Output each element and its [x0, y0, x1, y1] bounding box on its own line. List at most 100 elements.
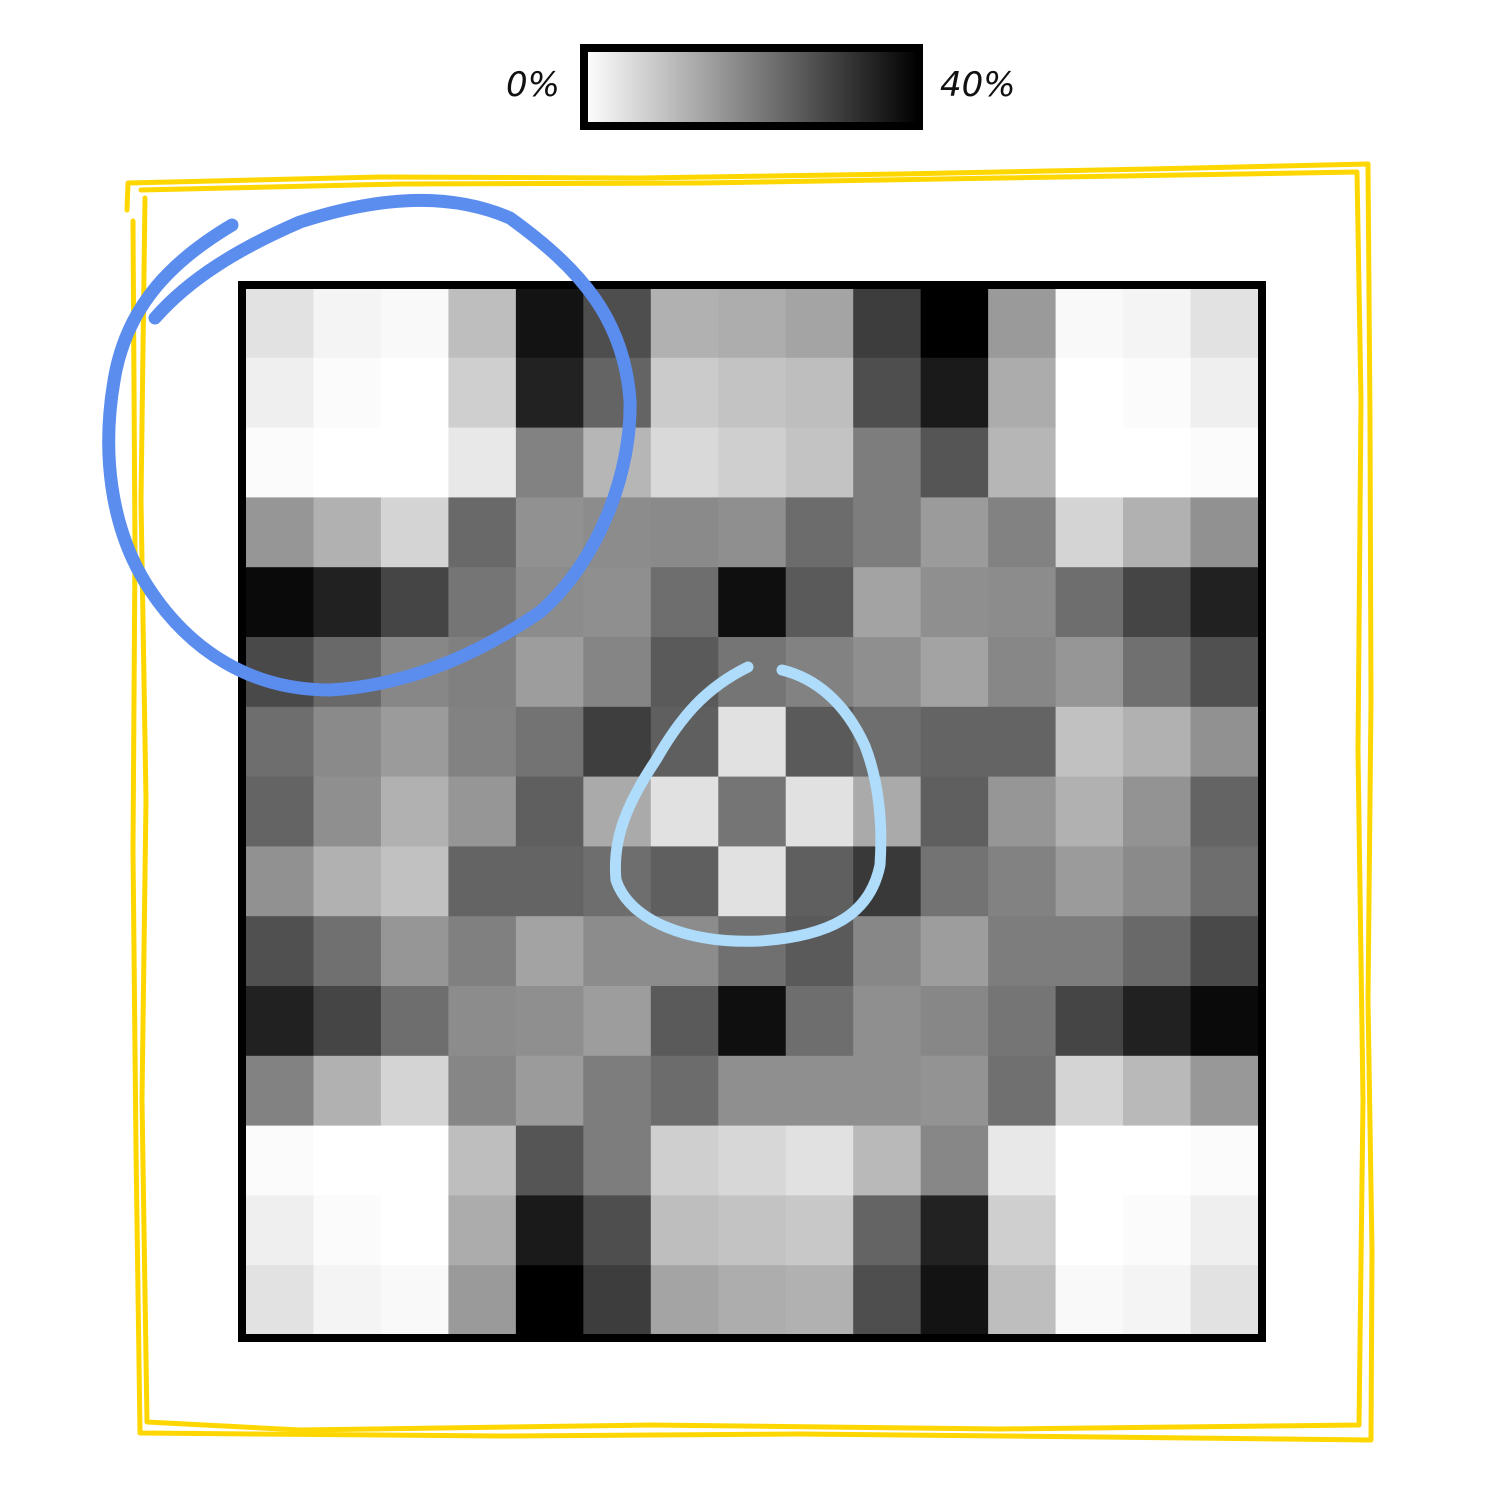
- heatmap-cell-r3-c4: [515, 497, 584, 568]
- heatmap-cell-r3-c10: [920, 497, 989, 568]
- heatmap-cell-r2-c9: [853, 427, 922, 498]
- heatmap-cell-r6-c0: [246, 706, 315, 778]
- heatmap-cell-r12-c1: [313, 1125, 382, 1196]
- heatmap-cell-r13-c9: [853, 1195, 922, 1266]
- heatmap-cell-r9-c1: [313, 916, 382, 987]
- heatmap-cell-r4-c0: [246, 567, 315, 638]
- heatmap-cell-r3-c7: [718, 497, 787, 568]
- heatmap-cell-r6-c12: [1055, 706, 1124, 778]
- heatmap-cell-r7-c7: [718, 776, 787, 847]
- heatmap-grid: [246, 288, 1259, 1336]
- heatmap-cell-r6-c7: [718, 706, 787, 778]
- heatmap-cell-r11-c9: [853, 1055, 922, 1127]
- heatmap-cell-r11-c13: [1123, 1055, 1192, 1127]
- heatmap-cell-r12-c7: [718, 1125, 787, 1196]
- heatmap-cell-r5-c13: [1123, 637, 1192, 708]
- heatmap-cell-r3-c3: [448, 497, 517, 568]
- heatmap-cell-r1-c11: [988, 357, 1057, 429]
- heatmap-cell-r7-c12: [1055, 776, 1124, 847]
- heatmap-cell-r12-c11: [988, 1125, 1057, 1196]
- heatmap-cell-r10-c6: [650, 986, 719, 1057]
- heatmap-cell-r7-c2: [380, 776, 449, 847]
- heatmap-cell-r2-c14: [1190, 427, 1259, 498]
- heatmap-cell-r9-c12: [1055, 916, 1124, 987]
- heatmap-cell-r2-c3: [448, 427, 517, 498]
- heatmap-cell-r10-c3: [448, 986, 517, 1057]
- heatmap-cell-r6-c1: [313, 706, 382, 778]
- heatmap-cell-r0-c1: [313, 288, 382, 359]
- heatmap-cell-r5-c4: [515, 637, 584, 708]
- heatmap-cell-r12-c6: [650, 1125, 719, 1196]
- heatmap-cell-r11-c1: [313, 1055, 382, 1127]
- heatmap-cell-r1-c5: [583, 357, 652, 429]
- heatmap-cell-r7-c1: [313, 776, 382, 847]
- heatmap-cell-r8-c8: [785, 846, 854, 917]
- heatmap-cell-r10-c13: [1123, 986, 1192, 1057]
- heatmap-cell-r7-c3: [448, 776, 517, 847]
- heatmap-cell-r7-c8: [785, 776, 854, 847]
- heatmap-cell-r7-c11: [988, 776, 1057, 847]
- heatmap-cell-r8-c13: [1123, 846, 1192, 917]
- heatmap-cell-r9-c0: [246, 916, 315, 987]
- heatmap-cell-r4-c12: [1055, 567, 1124, 638]
- heatmap-cell-r14-c7: [718, 1265, 787, 1336]
- heatmap-cell-r2-c1: [313, 427, 382, 498]
- heatmap-cell-r11-c10: [920, 1055, 989, 1127]
- heatmap-cell-r13-c3: [448, 1195, 517, 1266]
- heatmap-cell-r10-c4: [515, 986, 584, 1057]
- heatmap-cell-r7-c14: [1190, 776, 1259, 847]
- heatmap-cell-r10-c0: [246, 986, 315, 1057]
- heatmap-cell-r3-c6: [650, 497, 719, 568]
- heatmap-cell-r8-c6: [650, 846, 719, 917]
- heatmap-cell-r2-c4: [515, 427, 584, 498]
- heatmap-cell-r9-c2: [380, 916, 449, 987]
- heatmap-cell-r3-c12: [1055, 497, 1124, 568]
- heatmap-cell-r2-c2: [380, 427, 449, 498]
- heatmap-cell-r8-c7: [718, 846, 787, 917]
- heatmap-cell-r10-c14: [1190, 986, 1259, 1057]
- heatmap-cell-r14-c12: [1055, 1265, 1124, 1336]
- heatmap-cell-r9-c10: [920, 916, 989, 987]
- heatmap-cell-r0-c7: [718, 288, 787, 359]
- heatmap-cell-r1-c2: [380, 357, 449, 429]
- heatmap-cell-r4-c14: [1190, 567, 1259, 638]
- heatmap-cell-r14-c13: [1123, 1265, 1192, 1336]
- heatmap-cell-r13-c11: [988, 1195, 1057, 1266]
- heatmap-cell-r3-c1: [313, 497, 382, 568]
- heatmap-cell-r2-c0: [246, 427, 315, 498]
- heatmap-cell-r9-c5: [583, 916, 652, 987]
- heatmap-cell-r12-c0: [246, 1125, 315, 1196]
- heatmap-cell-r5-c10: [920, 637, 989, 708]
- heatmap-cell-r7-c6: [650, 776, 719, 847]
- heatmap-cell-r8-c12: [1055, 846, 1124, 917]
- heatmap-cell-r9-c4: [515, 916, 584, 987]
- heatmap-cell-r0-c0: [246, 288, 315, 359]
- heatmap-cell-r3-c13: [1123, 497, 1192, 568]
- heatmap-cell-r0-c14: [1190, 288, 1259, 359]
- heatmap-cell-r13-c10: [920, 1195, 989, 1266]
- heatmap-cell-r14-c5: [583, 1265, 652, 1336]
- heatmap-cell-r14-c2: [380, 1265, 449, 1336]
- heatmap-cell-r9-c13: [1123, 916, 1192, 987]
- heatmap-cell-r3-c2: [380, 497, 449, 568]
- heatmap-cell-r1-c14: [1190, 357, 1259, 429]
- heatmap-cell-r6-c2: [380, 706, 449, 778]
- heatmap-cell-r8-c10: [920, 846, 989, 917]
- heatmap-cell-r14-c11: [988, 1265, 1057, 1336]
- heatmap-cell-r6-c5: [583, 706, 652, 778]
- heatmap-cell-r11-c5: [583, 1055, 652, 1127]
- heatmap-cell-r7-c4: [515, 776, 584, 847]
- heatmap-cell-r4-c2: [380, 567, 449, 638]
- heatmap-cell-r2-c12: [1055, 427, 1124, 498]
- heatmap-cell-r1-c12: [1055, 357, 1124, 429]
- heatmap-cell-r9-c3: [448, 916, 517, 987]
- heatmap-cell-r1-c13: [1123, 357, 1192, 429]
- heatmap-cell-r10-c1: [313, 986, 382, 1057]
- heatmap-cell-r12-c4: [515, 1125, 584, 1196]
- heatmap-cell-r12-c12: [1055, 1125, 1124, 1196]
- heatmap-cell-r10-c7: [718, 986, 787, 1057]
- heatmap-cell-r0-c12: [1055, 288, 1124, 359]
- heatmap-cell-r9-c14: [1190, 916, 1259, 987]
- heatmap-cell-r13-c13: [1123, 1195, 1192, 1266]
- heatmap-cell-r1-c4: [515, 357, 584, 429]
